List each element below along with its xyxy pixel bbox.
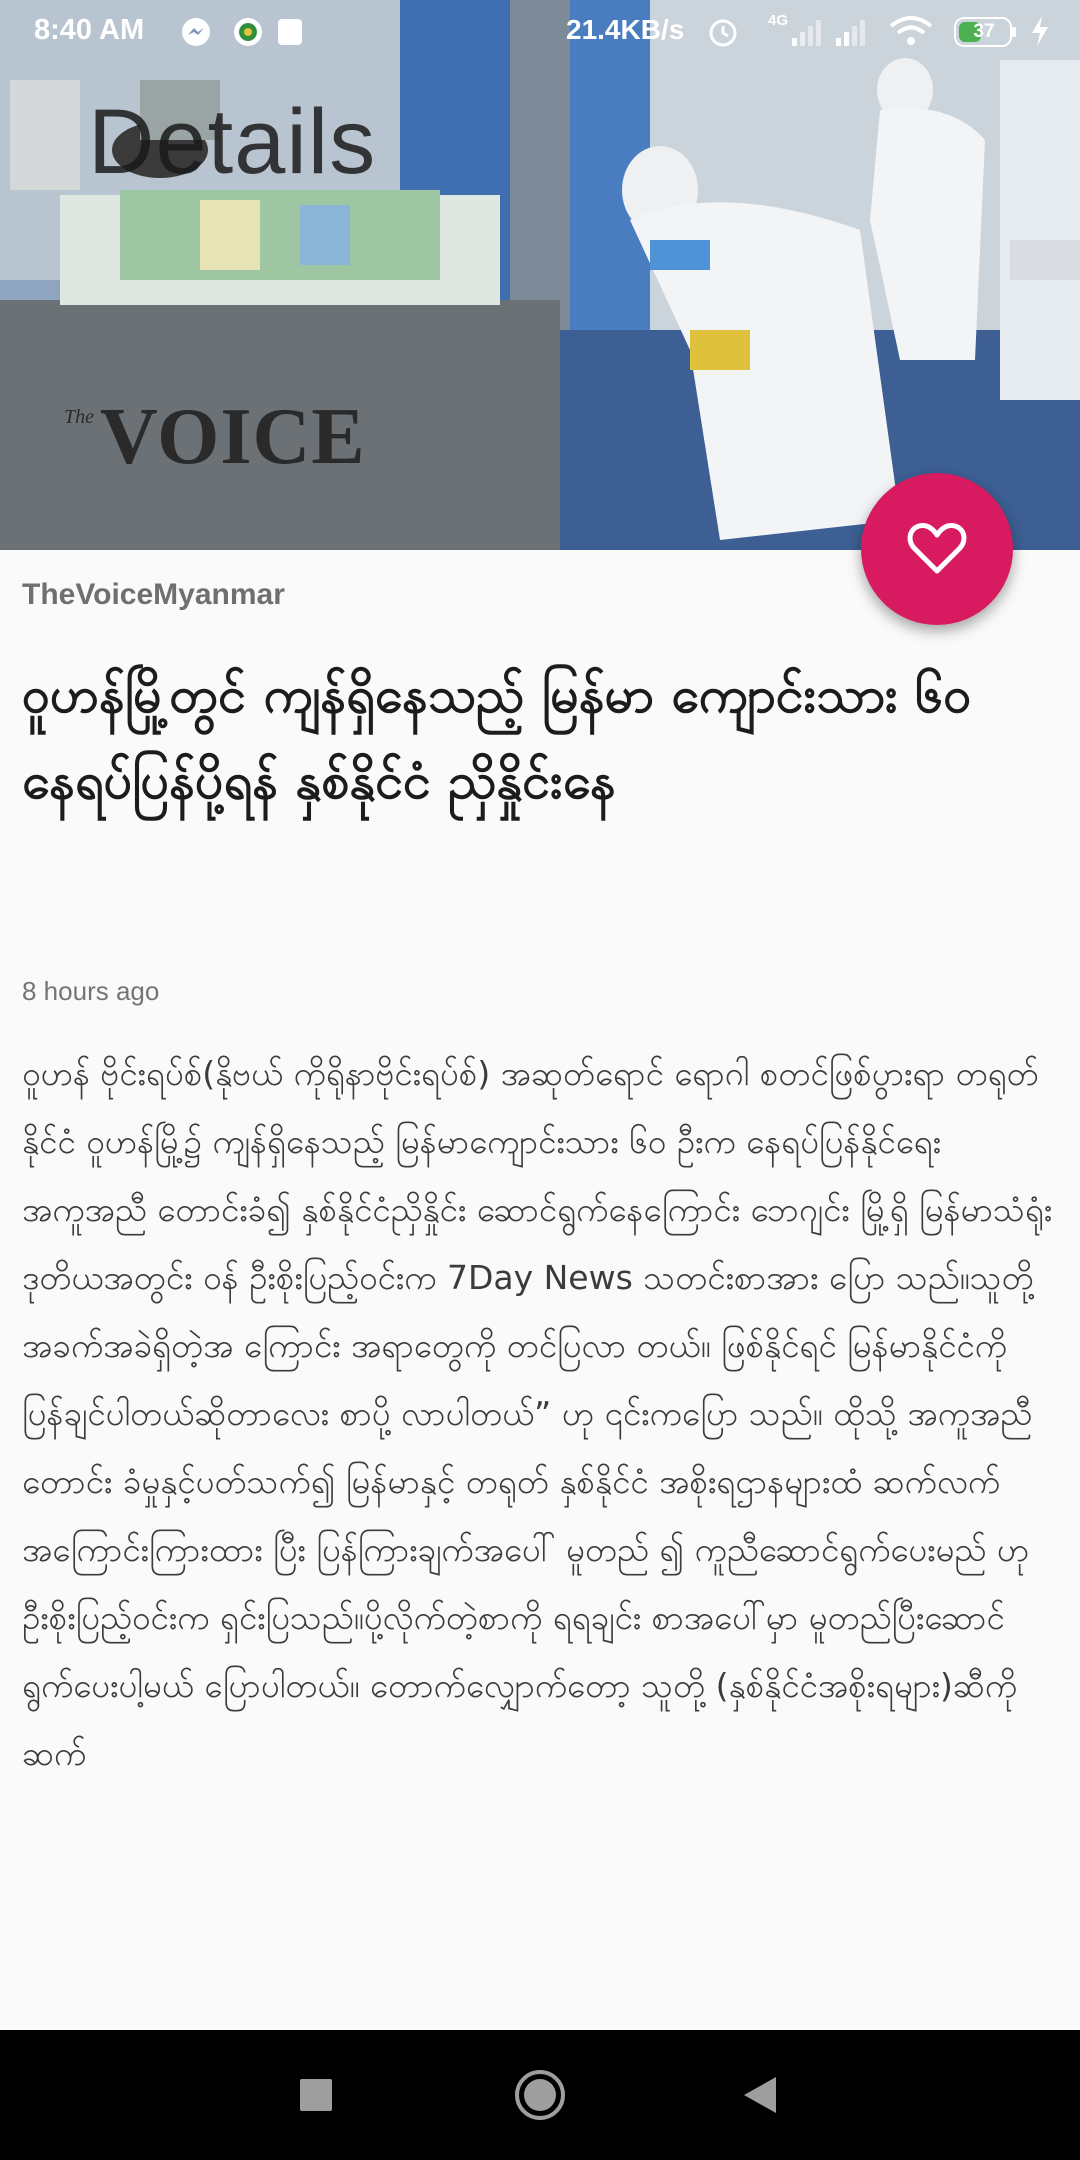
logo-main-text: VOICE	[100, 393, 366, 481]
messenger-icon	[180, 16, 212, 48]
system-nav-bar	[0, 2030, 1080, 2160]
network-speed: 21.4KB/s	[566, 14, 685, 45]
back-triangle-icon	[744, 2077, 776, 2113]
status-time: 8:40 AM	[34, 14, 145, 46]
settings-notification-icon	[275, 16, 305, 48]
app-notification-icon	[232, 16, 264, 48]
article-timestamp: 8 hours ago	[22, 976, 160, 1006]
article-body: ဝူဟန် ဗိုင်းရပ်စ်(နိုဗယ် ကိုရိုနာဗိုင်းရ…	[22, 1054, 1053, 1773]
signal-icon-secondary	[834, 16, 872, 46]
circle-icon	[515, 2070, 565, 2120]
status-bar: 8:40 AM 21.4KB/s 4G 37	[0, 0, 1080, 70]
battery-level: 37	[973, 21, 995, 42]
network-type: 4G	[768, 12, 789, 29]
recents-button[interactable]	[256, 2030, 376, 2160]
charging-icon	[1030, 14, 1050, 48]
article-headline: ဝူဟန်မြို့တွင် ကျန်ရှိနေသည့် မြန်မာ ကျော…	[22, 666, 972, 810]
back-button[interactable]	[700, 2030, 820, 2160]
article-source: TheVoiceMyanmar	[22, 578, 285, 611]
home-button[interactable]	[480, 2030, 600, 2160]
article-hero-image: Details The VOICE 8:40 AM 21.4KB/s 4G 37	[0, 0, 1080, 550]
details-screen: Details The VOICE 8:40 AM 21.4KB/s 4G 37…	[0, 0, 1080, 2160]
favorite-button[interactable]	[861, 473, 1013, 625]
alarm-icon	[706, 14, 740, 48]
heart-outline-icon	[907, 523, 967, 574]
battery-icon: 37	[954, 17, 1018, 47]
logo-small-text: The	[64, 406, 94, 428]
square-icon	[300, 2079, 332, 2111]
wifi-icon	[888, 14, 934, 48]
screen-title: Details	[88, 91, 377, 193]
signal-icon	[790, 16, 828, 46]
